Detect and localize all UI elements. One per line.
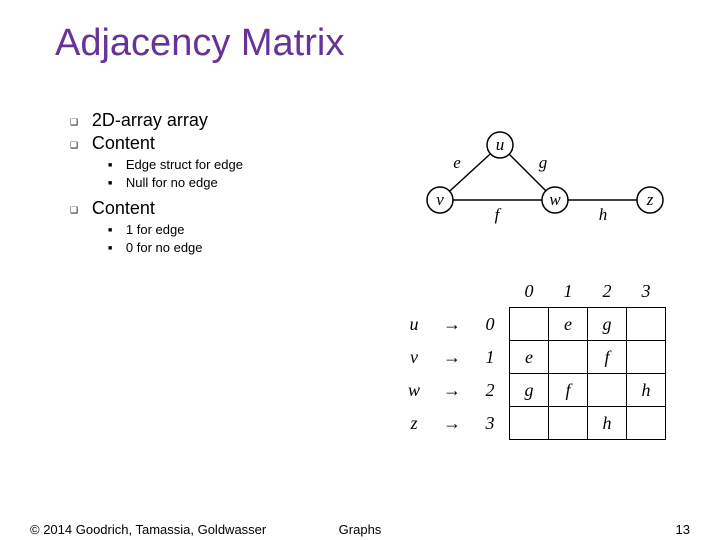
arrow-icon: →	[433, 407, 471, 440]
bullet-square-icon: ❑	[70, 140, 88, 151]
matrix-cell: f	[549, 374, 588, 407]
matrix-cell: h	[588, 407, 627, 440]
adjacency-matrix: 0 1 2 3 u → 0 e g v → 1 e f	[395, 275, 695, 445]
matrix-cell: h	[627, 374, 666, 407]
edge-label: h	[599, 205, 608, 224]
matrix-cell	[510, 308, 549, 341]
bullet-text: Null for no edge	[126, 175, 218, 190]
graph-figure: u v w z e g f h	[395, 120, 685, 230]
col-header: 3	[627, 275, 666, 308]
col-header: 0	[510, 275, 549, 308]
matrix-cell: e	[510, 341, 549, 374]
row-index: 2	[471, 374, 510, 407]
table-row: z → 3 h	[395, 407, 666, 440]
matrix-cell: g	[588, 308, 627, 341]
table-row: w → 2 g f h	[395, 374, 666, 407]
vertex-label: u	[496, 135, 505, 154]
matrix-cell	[627, 341, 666, 374]
matrix-cell: f	[588, 341, 627, 374]
list-item: ❑ 2D-array array	[70, 110, 243, 131]
matrix-cell	[627, 308, 666, 341]
table-row: v → 1 e f	[395, 341, 666, 374]
vertex-label: v	[436, 190, 444, 209]
list-item: ❑ Content	[70, 198, 243, 219]
matrix-cell	[510, 407, 549, 440]
row-index: 0	[471, 308, 510, 341]
bullet-square-icon: ❑	[70, 205, 88, 216]
arrow-icon: →	[433, 308, 471, 341]
slide: Adjacency Matrix ❑ 2D-array array ❑ Cont…	[0, 0, 720, 540]
arrow-icon: →	[433, 341, 471, 374]
page-title: Adjacency Matrix	[55, 22, 344, 65]
list-item: ■ 0 for no edge	[108, 239, 243, 255]
edge-label: f	[495, 205, 502, 224]
bullet-text: 2D-array array	[92, 110, 208, 130]
list-item: ❑ Content	[70, 133, 243, 154]
bullet-text: 1 for edge	[126, 222, 185, 237]
list-item: ■ Null for no edge	[108, 174, 243, 190]
vertex-label: z	[646, 190, 654, 209]
bullet-small-square-icon: ■	[108, 245, 122, 252]
row-label: z	[395, 407, 433, 440]
col-header: 2	[588, 275, 627, 308]
bullet-small-square-icon: ■	[108, 162, 122, 169]
col-header: 1	[549, 275, 588, 308]
arrow-icon: →	[433, 374, 471, 407]
matrix-cell	[549, 341, 588, 374]
bullet-list: ❑ 2D-array array ❑ Content ■ Edge struct…	[70, 110, 243, 255]
bullet-text: 0 for no edge	[126, 240, 203, 255]
row-label: v	[395, 341, 433, 374]
bullet-text: Content	[92, 198, 155, 218]
vertex-label: w	[549, 190, 561, 209]
table-row: u → 0 e g	[395, 308, 666, 341]
matrix-cell: g	[510, 374, 549, 407]
matrix-cell	[588, 374, 627, 407]
row-index: 1	[471, 341, 510, 374]
list-item: ■ Edge struct for edge	[108, 156, 243, 172]
matrix-cell	[549, 407, 588, 440]
bullet-text: Edge struct for edge	[126, 157, 243, 172]
edge-label: g	[539, 153, 548, 172]
footer-center-text: Graphs	[0, 522, 720, 537]
row-label: w	[395, 374, 433, 407]
bullet-square-icon: ❑	[70, 117, 88, 128]
matrix-table: 0 1 2 3 u → 0 e g v → 1 e f	[395, 275, 666, 440]
matrix-cell: e	[549, 308, 588, 341]
edge-label: e	[453, 153, 461, 172]
bullet-small-square-icon: ■	[108, 227, 122, 234]
page-number: 13	[676, 522, 690, 537]
row-label: u	[395, 308, 433, 341]
row-index: 3	[471, 407, 510, 440]
list-item: ■ 1 for edge	[108, 221, 243, 237]
matrix-cell	[627, 407, 666, 440]
bullet-text: Content	[92, 133, 155, 153]
bullet-small-square-icon: ■	[108, 180, 122, 187]
table-row: 0 1 2 3	[395, 275, 666, 308]
